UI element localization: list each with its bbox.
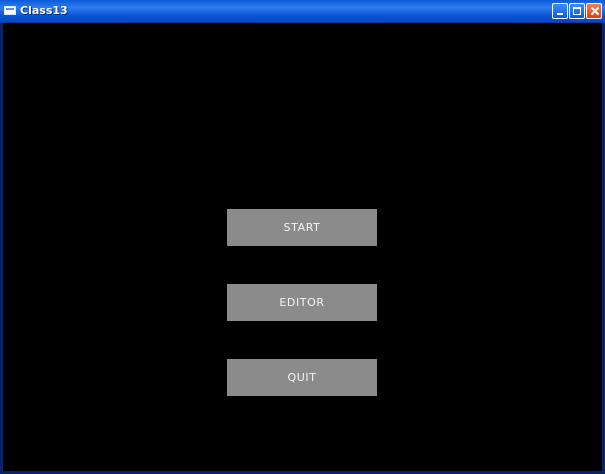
editor-button-label: EDITOR	[279, 296, 325, 309]
quit-button-label: QUIT	[287, 371, 317, 384]
start-button[interactable]: START	[227, 209, 377, 246]
window-title: Class13	[20, 4, 68, 17]
window-icon	[4, 6, 16, 15]
minimize-icon[interactable]	[552, 3, 568, 19]
application-window: Class13 START EDITOR QUIT	[0, 0, 605, 474]
close-icon[interactable]	[586, 3, 602, 19]
titlebar[interactable]: Class13	[0, 0, 605, 23]
start-button-label: START	[283, 221, 321, 234]
game-canvas: START EDITOR QUIT	[3, 23, 602, 471]
editor-button[interactable]: EDITOR	[227, 284, 377, 321]
maximize-icon[interactable]	[569, 3, 585, 19]
quit-button[interactable]: QUIT	[227, 359, 377, 396]
